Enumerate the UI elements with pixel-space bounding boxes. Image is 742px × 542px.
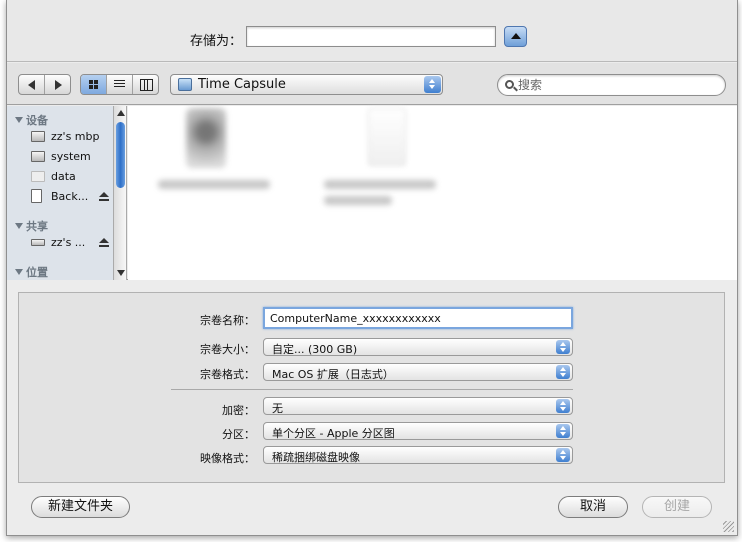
file-browser: 设备 zz's mbp system data Back... 共享 zz's … xyxy=(7,106,737,280)
partitions-value: 单个分区 - Apple 分区图 xyxy=(272,427,395,440)
sidebar-item-label: system xyxy=(51,150,91,163)
column-view-button[interactable] xyxy=(133,75,158,94)
disk-image-options: 宗卷名称： ComputerName_xxxxxxxxxxxx 宗卷大小： 自定… xyxy=(18,292,725,483)
popup-arrows-icon xyxy=(556,424,570,438)
blurred-file-icon[interactable] xyxy=(186,108,226,168)
encryption-value: 无 xyxy=(272,402,283,415)
sidebar: 设备 zz's mbp system data Back... 共享 zz's … xyxy=(7,106,113,280)
encryption-popup[interactable]: 无 xyxy=(263,397,573,415)
volume-format-value: Mac OS 扩展（日志式） xyxy=(272,368,394,381)
file-list-area[interactable] xyxy=(128,106,737,280)
collapse-dialog-button[interactable] xyxy=(504,26,527,47)
sidebar-heading-shared[interactable]: 共享 xyxy=(15,218,48,234)
back-arrow-icon[interactable] xyxy=(19,75,45,94)
blurred-file-name xyxy=(324,196,392,205)
partitions-label: 分区： xyxy=(222,428,255,441)
sidebar-item-backup[interactable]: Back... xyxy=(31,188,113,206)
sidebar-heading-devices[interactable]: 设备 xyxy=(15,112,48,128)
resize-grip-icon[interactable] xyxy=(723,521,734,532)
icon-view-button[interactable] xyxy=(81,75,107,94)
popup-arrows-icon xyxy=(556,365,570,379)
scroll-thumb[interactable] xyxy=(116,122,125,188)
volume-format-popup[interactable]: Mac OS 扩展（日志式） xyxy=(263,363,573,381)
volume-size-label: 宗卷大小： xyxy=(200,343,255,356)
list-view-button[interactable] xyxy=(107,75,133,94)
hard-disk-icon xyxy=(31,151,45,162)
location-label: Time Capsule xyxy=(198,77,286,92)
search-icon xyxy=(505,80,514,89)
options-divider xyxy=(171,389,573,390)
image-format-popup[interactable]: 稀疏捆绑磁盘映像 xyxy=(263,446,573,464)
back-forward-control xyxy=(18,74,71,95)
eject-icon[interactable] xyxy=(99,238,109,247)
popup-arrows-icon xyxy=(424,76,441,93)
sidebar-item-data[interactable]: data xyxy=(31,168,113,186)
save-as-label: 存储为： xyxy=(190,34,243,49)
sidebar-scrollbar[interactable] xyxy=(113,106,127,280)
image-format-label: 映像格式： xyxy=(200,452,255,465)
network-drive-icon xyxy=(178,78,192,91)
blurred-document-icon[interactable] xyxy=(368,108,406,166)
search-input[interactable] xyxy=(518,77,718,93)
filename-input[interactable] xyxy=(246,26,496,47)
create-button[interactable]: 创建 xyxy=(642,496,712,518)
volume-format-label: 宗卷格式： xyxy=(200,368,255,381)
sidebar-item-label: Back... xyxy=(51,190,89,203)
volume-size-popup[interactable]: 自定... (300 GB) xyxy=(263,338,573,356)
blurred-file-name xyxy=(324,180,436,189)
sidebar-item-shared-zz[interactable]: zz's ... xyxy=(31,234,113,252)
scroll-down-icon[interactable] xyxy=(117,270,125,276)
location-popup[interactable]: Time Capsule xyxy=(170,74,443,95)
network-drive-icon xyxy=(31,239,45,246)
scroll-up-icon[interactable] xyxy=(117,110,125,116)
laptop-icon xyxy=(31,131,45,142)
new-folder-button[interactable]: 新建文件夹 xyxy=(31,496,130,518)
search-field[interactable] xyxy=(497,74,726,96)
eject-icon[interactable] xyxy=(99,192,109,201)
volume-size-value: 自定... (300 GB) xyxy=(272,343,358,356)
image-format-value: 稀疏捆绑磁盘映像 xyxy=(272,451,360,464)
sidebar-item-system[interactable]: system xyxy=(31,148,113,166)
save-as-bar: 存储为： xyxy=(7,0,737,62)
forward-arrow-icon[interactable] xyxy=(45,75,70,94)
blurred-file-name xyxy=(158,180,270,189)
sidebar-item-label: zz's ... xyxy=(51,236,86,249)
encryption-label: 加密： xyxy=(222,404,255,417)
volume-name-label: 宗卷名称： xyxy=(200,314,255,327)
partitions-popup[interactable]: 单个分区 - Apple 分区图 xyxy=(263,422,573,440)
view-mode-switch xyxy=(80,74,159,95)
hard-disk-icon xyxy=(31,171,45,182)
sidebar-item-label: data xyxy=(51,170,76,183)
sidebar-heading-places[interactable]: 位置 xyxy=(15,264,48,280)
document-icon xyxy=(31,189,42,203)
save-dialog: 存储为： Time Capsule 设备 zz's mbp xyxy=(6,0,738,536)
volume-name-field[interactable]: ComputerName_xxxxxxxxxxxx xyxy=(263,307,573,329)
popup-arrows-icon xyxy=(556,399,570,413)
sidebar-item-label: zz's mbp xyxy=(51,130,100,143)
cancel-button[interactable]: 取消 xyxy=(558,496,628,518)
popup-arrows-icon xyxy=(556,340,570,354)
sidebar-item-zz-mbp[interactable]: zz's mbp xyxy=(31,128,113,146)
popup-arrows-icon xyxy=(556,448,570,462)
